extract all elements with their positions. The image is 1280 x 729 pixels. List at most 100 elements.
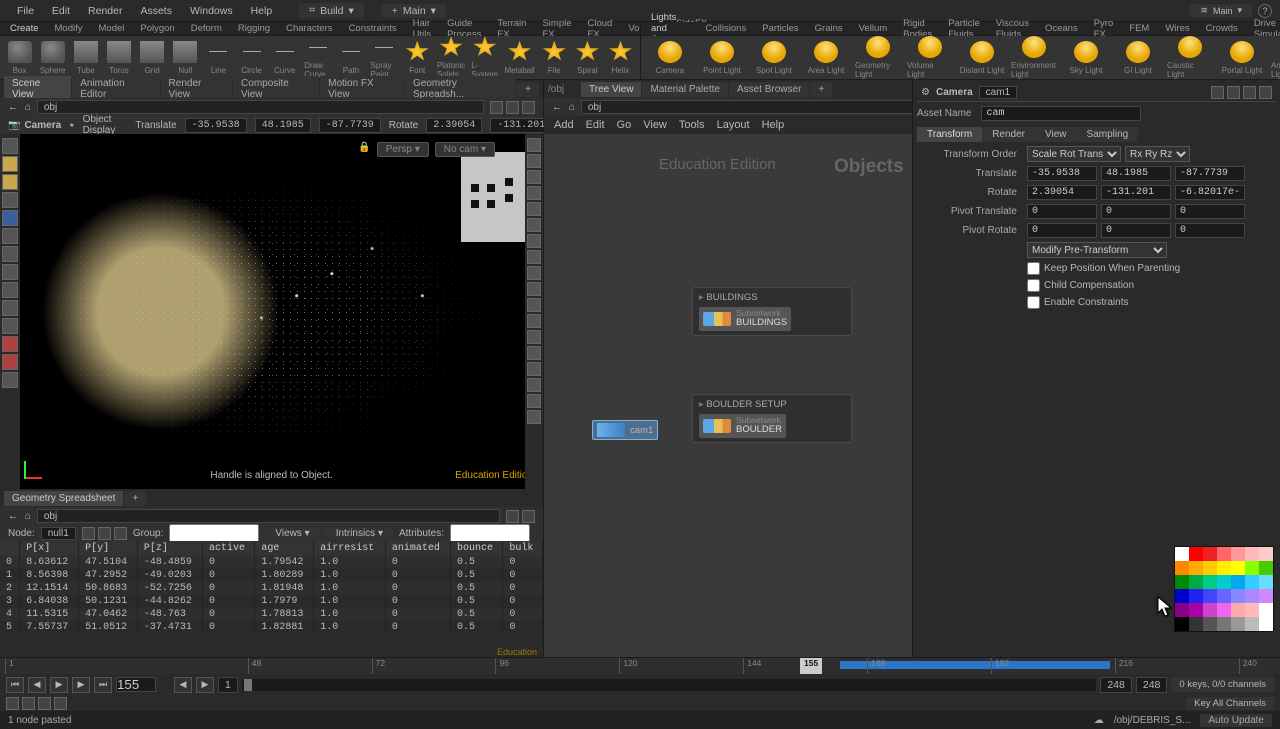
back-icon[interactable]: ← (8, 510, 19, 522)
swatch[interactable] (1217, 589, 1231, 603)
shelf-point-light[interactable]: Point Light (699, 41, 745, 75)
start-frame[interactable]: 1 (218, 677, 238, 693)
radial-menu-switcher[interactable]: ≋ Main ▾ (1190, 4, 1252, 17)
menu-windows[interactable]: Windows (181, 2, 242, 20)
cloud-icon[interactable]: ☁ (1094, 715, 1104, 726)
ss-attr-filter[interactable] (450, 524, 530, 543)
param-rz[interactable] (1175, 185, 1245, 200)
swatch[interactable] (1231, 603, 1245, 617)
child-comp-check[interactable] (1027, 279, 1040, 292)
swatch[interactable] (1203, 603, 1217, 617)
viewport[interactable]: 🔒 Persp ▾ No cam ▾ Handle is aligned to … (0, 134, 543, 489)
shelf-platonic-solids[interactable]: Platonic Solids (437, 36, 465, 79)
menu-edit[interactable]: Edit (43, 2, 79, 20)
shelf-null[interactable]: Null (172, 41, 199, 75)
group-buildings[interactable]: ▸ BUILDINGS SubnetworkBUILDINGS (692, 287, 852, 336)
shelf-distant-light[interactable]: Distant Light (959, 41, 1005, 75)
current-frame-field[interactable] (116, 677, 156, 692)
swatch[interactable] (1189, 547, 1203, 561)
netmenu-add[interactable]: Add (554, 119, 574, 131)
shelf-spray-paint[interactable]: Spray Paint (371, 36, 398, 79)
tab-geo-ss[interactable]: Geometry Spreadsheet (4, 491, 123, 506)
channel-count[interactable]: 0 keys, 0/0 channels (1171, 677, 1274, 692)
playhead[interactable]: 155 (800, 658, 822, 674)
enable-constraints-check[interactable] (1027, 296, 1040, 309)
tab-add-right[interactable]: + (810, 82, 832, 97)
shelf-torus[interactable]: Torus (105, 41, 132, 75)
swatch[interactable] (1259, 561, 1273, 575)
ptab-render[interactable]: Render (982, 127, 1035, 142)
tab-tree-view[interactable]: Tree View (581, 82, 641, 97)
timeline-ruler[interactable]: 155 1487296120144168192216240 (0, 658, 1280, 674)
shelf-file[interactable]: File (541, 41, 568, 75)
node-cam1[interactable]: cam1 (592, 420, 658, 440)
swatch[interactable] (1189, 603, 1203, 617)
color-palette[interactable] (1174, 546, 1274, 632)
swatch[interactable] (1259, 547, 1273, 561)
param-ry[interactable] (1101, 185, 1171, 200)
rot-order-select[interactable]: Rx Ry Rz (1125, 146, 1190, 162)
swatch[interactable] (1189, 575, 1203, 589)
shelf-spot-light[interactable]: Spot Light (751, 41, 797, 75)
swatch[interactable] (1175, 547, 1189, 561)
param-prx[interactable] (1027, 223, 1097, 238)
swatch[interactable] (1231, 575, 1245, 589)
help-icon[interactable] (1259, 86, 1272, 99)
shelf-volume-light[interactable]: Volume Light (907, 36, 953, 79)
prev-key-button[interactable]: ◀ (174, 677, 192, 693)
camera-label[interactable]: 📷 Camera (8, 120, 61, 131)
shelf-area-light[interactable]: Area Light (803, 41, 849, 75)
swatch[interactable] (1231, 547, 1245, 561)
menu-render[interactable]: Render (79, 2, 131, 20)
asset-name-field[interactable] (981, 106, 1141, 121)
swatch[interactable] (1175, 589, 1189, 603)
pin-icon[interactable] (490, 101, 503, 114)
shelf-ambient-light[interactable]: Ambient Light (1271, 36, 1280, 79)
swatch[interactable] (1245, 603, 1259, 617)
swatch[interactable] (1175, 575, 1189, 589)
back-icon[interactable]: ← (552, 101, 563, 113)
menuset-switcher[interactable]: + Main ▾ (382, 4, 446, 18)
range-start-handle[interactable] (244, 679, 252, 691)
translate-y[interactable]: 48.1985 (255, 118, 311, 133)
play-button[interactable]: ▶ (72, 677, 90, 693)
node-name-field[interactable]: cam1 (979, 86, 1017, 99)
swatch[interactable] (1259, 603, 1273, 617)
shelf-geometry-light[interactable]: Geometry Light (855, 36, 901, 79)
handle-icon[interactable]: ⭑ (69, 120, 74, 131)
shelf-sky-light[interactable]: Sky Light (1063, 41, 1109, 75)
help-icon[interactable]: ? (1258, 4, 1272, 18)
rotate-x[interactable]: 2.39054 (426, 118, 482, 133)
shelf-environment-light[interactable]: Environment Light (1011, 36, 1057, 79)
node-buildings[interactable]: SubnetworkBUILDINGS (699, 307, 791, 331)
display-opt-icon[interactable] (527, 138, 541, 152)
swatch[interactable] (1175, 603, 1189, 617)
netmenu-edit[interactable]: Edit (586, 119, 605, 131)
shelf-tube[interactable]: Tube (72, 41, 99, 75)
key-all-button[interactable]: Key All Channels (1186, 697, 1274, 710)
pin-icon[interactable] (1211, 86, 1224, 99)
gear-icon[interactable]: ⚙ (921, 87, 930, 98)
home-icon[interactable] (1243, 86, 1256, 99)
swatch[interactable] (1175, 617, 1189, 631)
swatch[interactable] (1203, 547, 1217, 561)
auto-update-toggle[interactable]: Auto Update (1200, 714, 1272, 727)
param-ty[interactable] (1101, 166, 1171, 181)
find-node-icon[interactable] (1227, 86, 1240, 99)
ptab-view[interactable]: View (1035, 127, 1077, 142)
netmenu-view[interactable]: View (643, 119, 667, 131)
shelf-path[interactable]: Path (337, 41, 364, 75)
shelf-draw-curve[interactable]: Draw Curve (304, 36, 331, 79)
nocam-button[interactable]: No cam ▾ (435, 142, 495, 157)
desktop-switcher[interactable]: ⌗ Build ▾ (299, 3, 364, 18)
swatch[interactable] (1259, 617, 1273, 631)
swatch[interactable] (1245, 589, 1259, 603)
param-pry[interactable] (1101, 223, 1171, 238)
pretransform-select[interactable]: Modify Pre-Transform (1027, 242, 1167, 258)
swatch[interactable] (1203, 617, 1217, 631)
shelf-circle[interactable]: Circle (238, 41, 265, 75)
swatch[interactable] (1231, 589, 1245, 603)
ss-path-input[interactable] (37, 509, 500, 523)
swatch[interactable] (1189, 561, 1203, 575)
swatch[interactable] (1245, 547, 1259, 561)
